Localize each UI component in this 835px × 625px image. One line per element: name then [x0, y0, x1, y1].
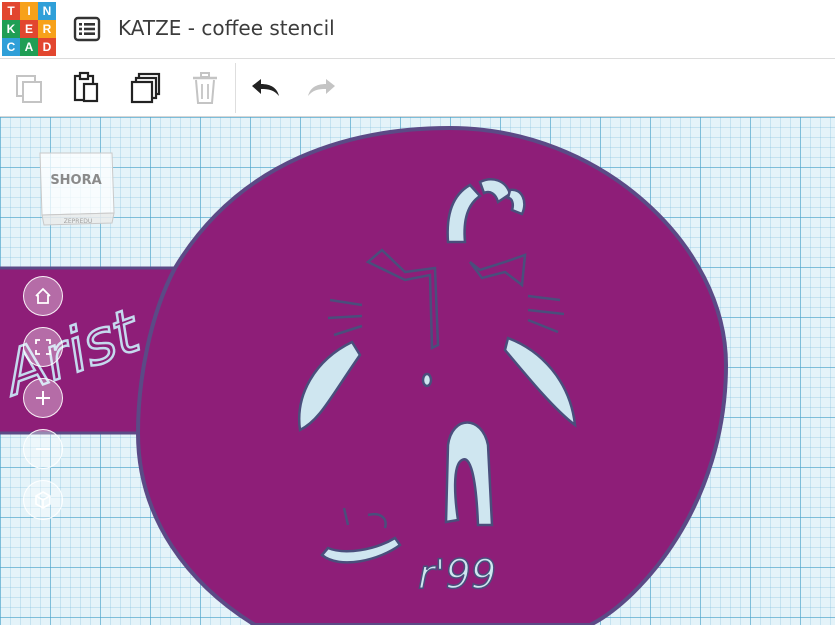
minus-icon — [36, 448, 50, 450]
undo-button[interactable] — [246, 69, 284, 107]
signature-text: r'99 — [418, 552, 496, 598]
edit-toolbar — [0, 59, 835, 117]
copy-button[interactable] — [10, 69, 48, 107]
tinkercad-logo[interactable]: T I N K E R C A D — [2, 2, 56, 56]
design-title[interactable]: KATZE - coffee stencil — [118, 16, 335, 40]
fit-view-button[interactable] — [23, 327, 63, 367]
plus-icon — [36, 391, 50, 405]
stencil-disc[interactable] — [135, 125, 729, 625]
home-icon — [35, 287, 51, 304]
cube-icon — [35, 491, 51, 509]
paste-icon — [73, 71, 99, 103]
duplicate-button[interactable] — [127, 69, 165, 107]
list-icon — [73, 16, 101, 42]
fit-icon — [35, 339, 51, 355]
paste-button[interactable] — [67, 69, 105, 107]
workplane-canvas[interactable]: Arist r'99 SHORA ZEPREDU — [0, 117, 835, 625]
toolbar-divider — [235, 63, 236, 113]
logo-letter: D — [38, 38, 56, 56]
home-view-button[interactable] — [23, 276, 63, 316]
logo-letter: T — [2, 2, 20, 20]
logo-letter: K — [2, 20, 20, 38]
app-header: T I N K E R C A D KATZE - coffee stencil — [0, 0, 835, 59]
trash-icon — [193, 72, 217, 104]
logo-letter: N — [38, 2, 56, 20]
logo-letter: E — [20, 20, 38, 38]
logo-letter: C — [2, 38, 20, 56]
view-cube[interactable]: SHORA ZEPREDU — [38, 149, 118, 229]
ortho-view-button[interactable] — [23, 480, 63, 520]
stencil-model[interactable]: Arist r'99 — [0, 117, 835, 625]
redo-button[interactable] — [303, 69, 341, 107]
logo-letter: R — [38, 20, 56, 38]
logo-letter: I — [20, 2, 38, 20]
undo-icon — [252, 79, 279, 96]
delete-button[interactable] — [186, 69, 224, 107]
viewcube-front-label: SHORA — [50, 173, 101, 188]
design-list-button[interactable] — [70, 12, 104, 46]
logo-letter: A — [20, 38, 38, 56]
viewcube-bottom-label: ZEPREDU — [64, 218, 93, 225]
zoom-in-button[interactable] — [23, 378, 63, 418]
copy-icon — [16, 75, 42, 103]
zoom-out-button[interactable] — [23, 429, 63, 469]
duplicate-icon — [130, 72, 161, 104]
redo-icon — [308, 79, 335, 96]
